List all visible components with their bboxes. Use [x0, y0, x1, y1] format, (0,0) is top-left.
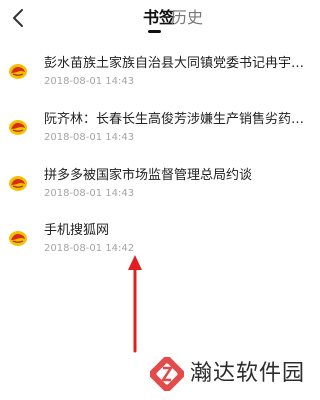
bookmark-time: 2018-08-01 14:43 [44, 188, 135, 199]
bookmark-item[interactable]: 拼多多被国家市场监督管理总局约谈 2018-08-01 14:43 [0, 162, 320, 222]
watermark-text: 瀚达软件园 [190, 361, 306, 386]
sohu-fox-icon [9, 120, 27, 135]
annotation-arrow-icon [128, 255, 142, 353]
bookmark-title: 手机搜狐网 [44, 223, 110, 238]
top-bar: 书签 历史 [0, 0, 320, 40]
bookmark-time: 2018-08-01 14:43 [44, 76, 135, 87]
bookmark-item[interactable]: 阮齐林：长春长生高俊芳涉嫌生产销售劣药罪并不是最终定性 2018-08-01 1… [0, 106, 320, 166]
bookmark-title: 阮齐林：长春长生高俊芳涉嫌生产销售劣药罪并不是最终定性 [44, 112, 308, 127]
bookmark-item[interactable]: 彭水苗族土家族自治县大同镇党委书记冉宇航涉嫌严重违纪 2018-08-01 14… [0, 50, 320, 110]
sohu-fox-icon [9, 64, 27, 79]
sohu-fox-icon [9, 231, 27, 246]
active-tab-indicator [148, 30, 161, 33]
tab-history[interactable]: 历史 [171, 7, 203, 33]
watermark-logo-icon [150, 357, 184, 391]
bookmark-item[interactable]: 手机搜狐网 2018-08-01 14:42 [0, 217, 320, 277]
bookmark-title: 彭水苗族土家族自治县大同镇党委书记冉宇航涉嫌严重违纪 [44, 56, 308, 71]
bookmark-time: 2018-08-01 14:43 [44, 132, 135, 143]
bookmark-title: 拼多多被国家市场监督管理总局约谈 [44, 168, 253, 183]
tab-bar: 书签 历史 [0, 7, 320, 33]
sohu-fox-icon [9, 176, 27, 191]
watermark: 瀚达软件园 [150, 357, 320, 400]
